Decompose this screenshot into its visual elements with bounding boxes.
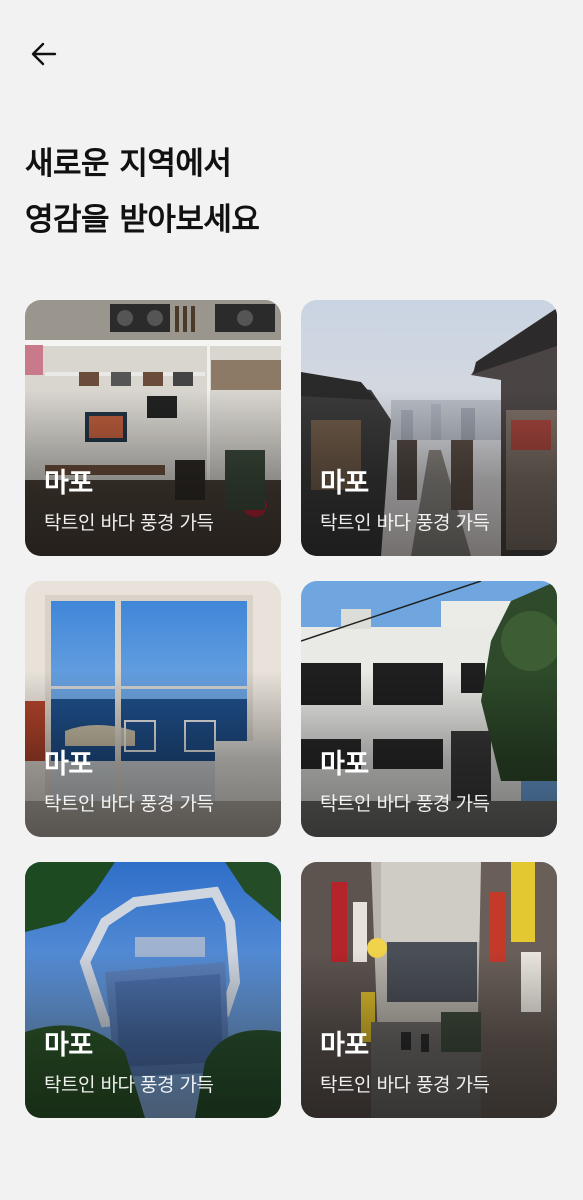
inspiration-screen: 새로운 지역에서 영감을 받아보세요 마포 탁트인 바다 풍경 가득 마포 탁트… [0, 0, 583, 1200]
region-card[interactable]: 마포 탁트인 바다 풍경 가득 [25, 862, 281, 1118]
page-title-line-2: 영감을 받아보세요 [25, 202, 260, 238]
page-title: 새로운 지역에서 영감을 받아보세요 [25, 136, 260, 248]
card-title: 마포 [320, 749, 369, 780]
page-title-line-1: 새로운 지역에서 [25, 146, 232, 182]
bottom-fade [0, 1150, 583, 1200]
card-subtitle: 탁트인 바다 풍경 가득 [320, 1074, 490, 1096]
region-card[interactable]: 마포 탁트인 바다 풍경 가득 [25, 581, 281, 837]
card-subtitle: 탁트인 바다 풍경 가득 [44, 1074, 214, 1096]
card-subtitle: 탁트인 바다 풍경 가득 [44, 512, 214, 534]
card-subtitle: 탁트인 바다 풍경 가득 [44, 793, 214, 815]
region-card[interactable]: 마포 탁트인 바다 풍경 가득 [301, 581, 557, 837]
card-title: 마포 [320, 1030, 369, 1061]
region-card[interactable]: 마포 탁트인 바다 풍경 가득 [301, 300, 557, 556]
region-card-grid: 마포 탁트인 바다 풍경 가득 마포 탁트인 바다 풍경 가득 마포 탁트인 바… [25, 300, 557, 1118]
back-button[interactable] [22, 32, 66, 76]
arrow-left-icon [31, 42, 57, 66]
card-subtitle: 탁트인 바다 풍경 가득 [320, 512, 490, 534]
region-card[interactable]: 마포 탁트인 바다 풍경 가득 [25, 300, 281, 556]
card-title: 마포 [320, 468, 369, 499]
region-card[interactable]: 마포 탁트인 바다 풍경 가득 [301, 862, 557, 1118]
card-title: 마포 [44, 1030, 93, 1061]
card-subtitle: 탁트인 바다 풍경 가득 [320, 793, 490, 815]
card-title: 마포 [44, 468, 93, 499]
card-title: 마포 [44, 749, 93, 780]
